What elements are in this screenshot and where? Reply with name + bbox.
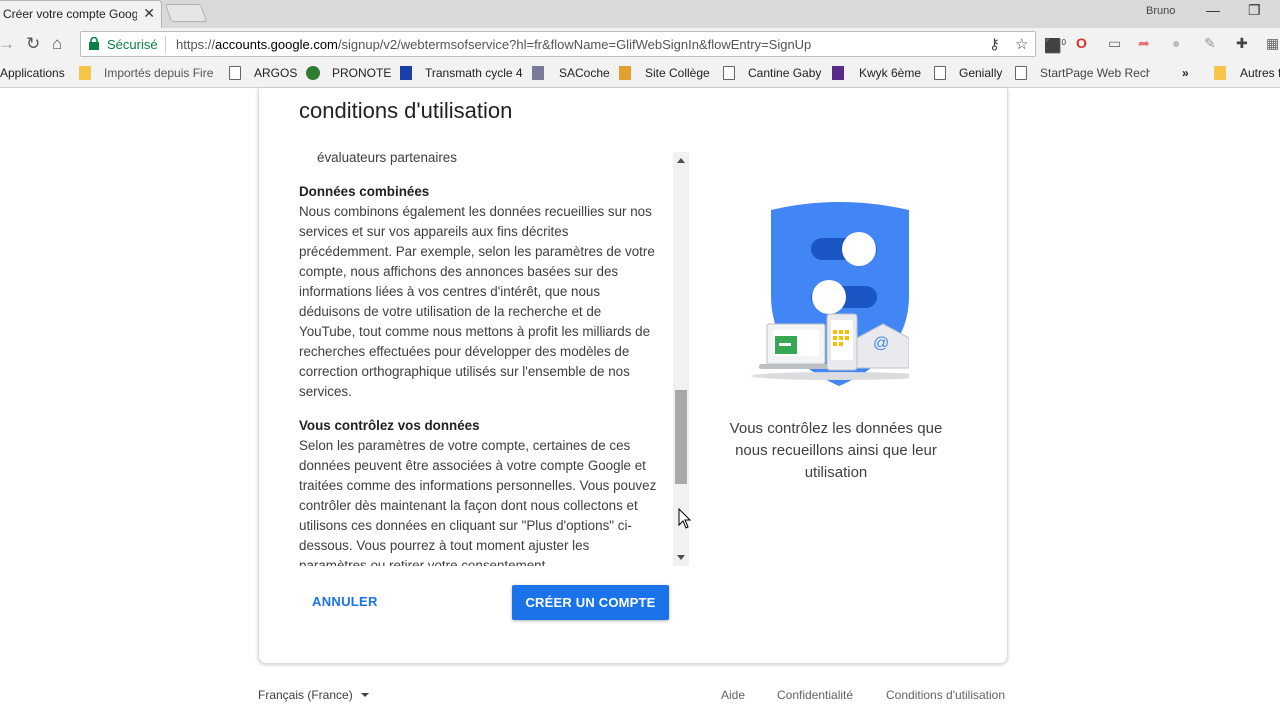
lock-icon (89, 37, 99, 50)
home-icon[interactable]: ⌂ (52, 32, 62, 56)
caret-down-icon (360, 693, 369, 697)
terms-card: conditions d'utilisation évaluateurs par… (258, 88, 1008, 664)
address-bar[interactable]: Sécurisé https://accounts.google.com/sig… (80, 31, 1036, 57)
extension-leaf-icon[interactable]: ✎ (1204, 34, 1216, 52)
new-tab-button[interactable] (164, 4, 208, 22)
browser-toolbar: → ↻ ⌂ Sécurisé https://accounts.google.c… (0, 28, 1280, 60)
scroll-up-arrow-icon[interactable] (677, 158, 685, 163)
page-footer: Français (France) Aide Confidentialité C… (258, 686, 1008, 706)
minimize-icon[interactable]: — (1206, 2, 1220, 18)
folder-icon (79, 66, 91, 80)
secure-label: Sécurisé (107, 37, 158, 52)
terms-scrollbar[interactable] (673, 152, 689, 566)
bookmark-argos[interactable]: ARGOS (254, 66, 297, 80)
create-account-button[interactable]: CRÉER UN COMPTE (512, 585, 669, 620)
transmath-icon (400, 66, 412, 80)
folder-icon (1214, 66, 1226, 80)
privacy-shield-illustration: @ (751, 202, 909, 386)
page-icon (1015, 66, 1027, 80)
footer-link-terms[interactable]: Conditions d'utilisation (886, 688, 1005, 702)
clipped-text: évaluateurs partenaires (317, 152, 457, 165)
bookmarks-overflow-icon[interactable]: » (1182, 66, 1189, 80)
bookmark-star-icon[interactable]: ☆ (1015, 35, 1028, 53)
bookmark-sacoche[interactable]: SACoche (559, 66, 610, 80)
bookmark-site-college[interactable]: Site Collège (645, 66, 710, 80)
url-path: /signup/v2/webtermsofservice?hl=fr&flowN… (337, 37, 812, 52)
opera-icon[interactable]: O (1076, 34, 1087, 52)
language-label: Français (France) (258, 688, 353, 702)
bookmark-applications[interactable]: Applications (0, 66, 65, 80)
key-icon[interactable]: ⚷ (989, 35, 1000, 53)
extension-badge: 0 (1061, 38, 1066, 47)
bookmark-cantine[interactable]: Cantine Gaby (748, 66, 821, 80)
bookmark-imported[interactable]: Importés depuis Fire (104, 66, 213, 80)
kwyk-icon (832, 66, 844, 80)
cancel-button[interactable]: ANNULER (299, 584, 387, 618)
scroll-down-arrow-icon[interactable] (677, 555, 685, 560)
bookmark-startpage[interactable]: StartPage Web Rech (1040, 66, 1150, 80)
section-body: Selon les paramètres de votre compte, ce… (299, 438, 657, 566)
menu-icon[interactable]: ▦ (1266, 34, 1279, 52)
section-heading: Vous contrôlez vos données (299, 418, 480, 433)
language-selector[interactable]: Français (France) (258, 688, 369, 702)
page-title: conditions d'utilisation (299, 98, 513, 123)
mouse-cursor-icon (678, 508, 692, 529)
browser-titlebar: Créer votre compte Google ✕ Bruno — ❐ (0, 0, 1280, 28)
terms-scroll-area[interactable]: évaluateurs partenaires Données combinée… (299, 152, 659, 566)
bookmarks-bar: Applications Importés depuis Fire ARGOS … (0, 60, 1280, 88)
footer-link-help[interactable]: Aide (721, 688, 745, 702)
page-icon (229, 66, 241, 80)
extension-arrow-icon[interactable]: ➦ (1138, 34, 1150, 52)
footer-link-privacy[interactable]: Confidentialité (777, 688, 853, 702)
bookmark-other[interactable]: Autres f (1240, 66, 1280, 80)
forward-icon[interactable]: → (0, 32, 15, 56)
pronote-icon (306, 66, 320, 80)
bookmark-genially[interactable]: Genially (959, 66, 1002, 80)
bookmark-kwyk[interactable]: Kwyk 6ème (859, 66, 921, 80)
scroll-thumb[interactable] (675, 390, 687, 484)
college-icon (619, 66, 631, 80)
tab-title: Créer votre compte Google (3, 7, 137, 21)
cast-icon[interactable]: ▭ (1108, 34, 1121, 52)
close-tab-icon[interactable]: ✕ (143, 5, 155, 22)
page-icon (934, 66, 946, 80)
browser-tab[interactable]: Créer votre compte Google ✕ (0, 0, 162, 28)
profile-name[interactable]: Bruno (1146, 5, 1175, 17)
extension-puzzle2-icon[interactable]: ✚ (1236, 34, 1248, 52)
url-scheme: https:// (176, 37, 216, 52)
svg-text:@: @ (873, 335, 889, 352)
section-body: Nous combinons également les données rec… (299, 204, 655, 399)
section-heading: Données combinées (299, 184, 430, 199)
illustration-caption: Vous contrôlez les données que nous recu… (729, 420, 943, 481)
restore-icon[interactable]: ❐ (1248, 2, 1261, 19)
extension-puzzle-icon[interactable]: ⬛0 (1044, 34, 1066, 55)
reload-icon[interactable]: ↻ (26, 32, 40, 56)
sacoche-icon (532, 66, 544, 80)
extension-circle-icon[interactable]: ● (1172, 34, 1180, 52)
page-icon (723, 66, 735, 80)
url-host: accounts.google.com (215, 37, 338, 52)
bookmark-pronote[interactable]: PRONOTE (332, 66, 391, 80)
omnibox-separator (165, 36, 166, 53)
url-text: https://accounts.google.com/signup/v2/we… (176, 37, 811, 52)
bookmark-transmath[interactable]: Transmath cycle 4 (425, 66, 523, 80)
